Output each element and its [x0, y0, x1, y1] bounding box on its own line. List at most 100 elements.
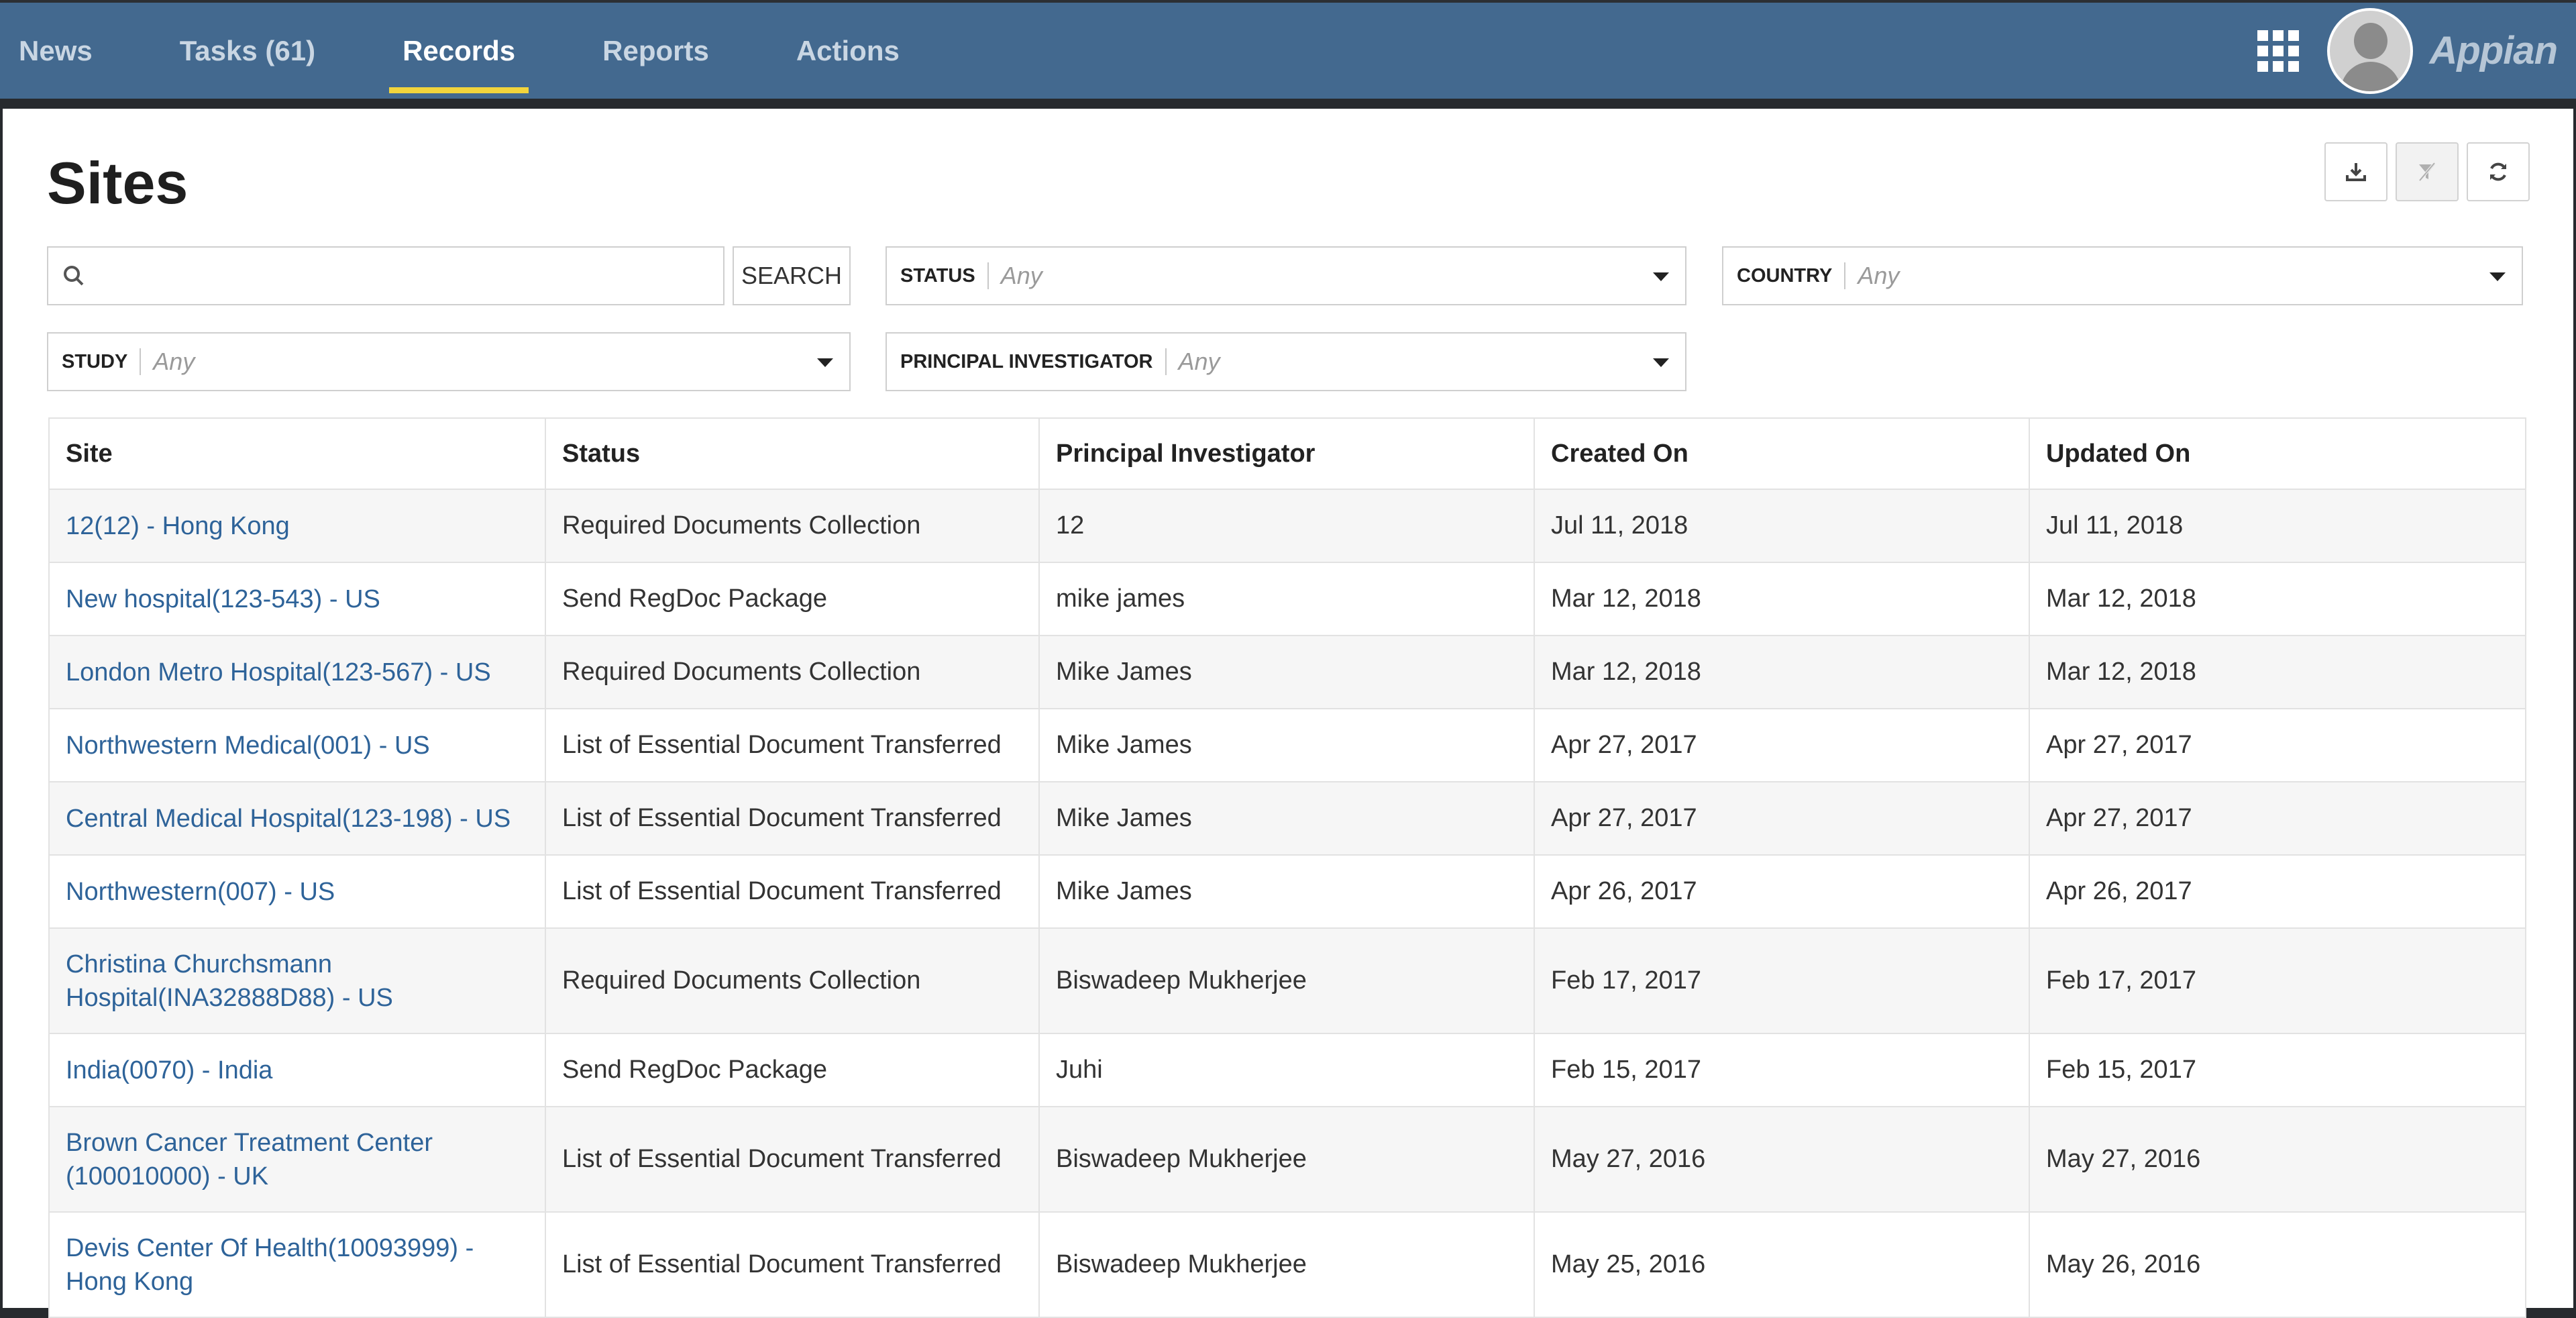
updated-on-cell: Feb 15, 2017 — [2029, 1033, 2526, 1107]
chevron-down-icon — [1653, 358, 1669, 367]
nav-tab-actions[interactable]: Actions — [783, 3, 913, 99]
table-row: 12(12) - Hong Kong Required Documents Co… — [48, 489, 2526, 563]
status-cell: List of Essential Document Transferred — [545, 708, 1040, 782]
pi-filter-label: PRINCIPAL INVESTIGATOR — [900, 348, 1167, 375]
table-row: Christina Churchsmann Hospital(INA32888D… — [48, 927, 2526, 1034]
status-cell: List of Essential Document Transferred — [545, 854, 1040, 929]
status-cell: Required Documents Collection — [545, 927, 1040, 1034]
created-on-cell: Apr 27, 2017 — [1534, 708, 2030, 782]
pi-cell: Juhi — [1038, 1033, 1535, 1107]
refresh-button[interactable] — [2467, 142, 2530, 201]
site-link[interactable]: New hospital(123-543) - US — [48, 562, 546, 636]
search-icon — [64, 266, 84, 286]
updated-on-cell: May 26, 2016 — [2029, 1211, 2526, 1318]
pi-cell: Mike James — [1038, 854, 1535, 929]
page-title: Sites — [47, 150, 189, 216]
column-header-updated-on[interactable]: Updated On — [2029, 417, 2526, 490]
download-icon — [2346, 163, 2366, 181]
study-filter-value: Any — [153, 348, 195, 375]
updated-on-cell: Apr 27, 2017 — [2029, 781, 2526, 856]
country-filter-dropdown[interactable]: COUNTRY Any — [1722, 246, 2523, 305]
updated-on-cell: May 27, 2016 — [2029, 1106, 2526, 1213]
column-header-site[interactable]: Site — [48, 417, 546, 490]
nav-tab-records[interactable]: Records — [389, 3, 529, 99]
created-on-cell: May 25, 2016 — [1534, 1211, 2030, 1318]
appian-logo: Appian — [2429, 29, 2558, 72]
table-row: Brown Cancer Treatment Center (100010000… — [48, 1106, 2526, 1213]
table-row: Central Medical Hospital(123-198) - US L… — [48, 781, 2526, 856]
site-link[interactable]: Northwestern(007) - US — [48, 854, 546, 929]
pi-cell: Mike James — [1038, 781, 1535, 856]
site-link[interactable]: London Metro Hospital(123-567) - US — [48, 635, 546, 709]
status-cell: Required Documents Collection — [545, 635, 1040, 709]
created-on-cell: Feb 15, 2017 — [1534, 1033, 2030, 1107]
updated-on-cell: Mar 12, 2018 — [2029, 635, 2526, 709]
column-header-created-on[interactable]: Created On — [1534, 417, 2030, 490]
table-row: London Metro Hospital(123-567) - US Requ… — [48, 635, 2526, 709]
pi-cell: Biswadeep Mukherjee — [1038, 1211, 1535, 1318]
status-cell: List of Essential Document Transferred — [545, 1211, 1040, 1318]
updated-on-cell: Feb 17, 2017 — [2029, 927, 2526, 1034]
pi-filter-value: Any — [1178, 348, 1220, 375]
updated-on-cell: Apr 27, 2017 — [2029, 708, 2526, 782]
created-on-cell: May 27, 2016 — [1534, 1106, 2030, 1213]
site-link[interactable]: Central Medical Hospital(123-198) - US — [48, 781, 546, 856]
study-filter-label: STUDY — [62, 348, 142, 375]
status-cell: Send RegDoc Package — [545, 1033, 1040, 1107]
app-launcher-icon[interactable] — [2257, 30, 2300, 72]
chevron-down-icon — [1653, 272, 1669, 281]
site-link[interactable]: Christina Churchsmann Hospital(INA32888D… — [48, 927, 546, 1034]
pi-cell: Biswadeep Mukherjee — [1038, 927, 1535, 1034]
created-on-cell: Feb 17, 2017 — [1534, 927, 2030, 1034]
chevron-down-icon — [2489, 272, 2506, 281]
chevron-down-icon — [817, 358, 833, 367]
updated-on-cell: Jul 11, 2018 — [2029, 489, 2526, 563]
status-filter-label: STATUS — [900, 262, 989, 289]
record-toolbar — [2316, 142, 2530, 201]
pi-cell: 12 — [1038, 489, 1535, 563]
updated-on-cell: Apr 26, 2017 — [2029, 854, 2526, 929]
table-row: Northwestern(007) - US List of Essential… — [48, 854, 2526, 929]
user-avatar[interactable] — [2327, 7, 2414, 94]
clear-filters-button[interactable] — [2396, 142, 2459, 201]
top-nav-bar: News Tasks (61) Records Reports Actions … — [0, 0, 2576, 99]
status-cell: List of Essential Document Transferred — [545, 781, 1040, 856]
sites-table: Site Status Principal Investigator Creat… — [48, 417, 2526, 1318]
study-filter-dropdown[interactable]: STUDY Any — [47, 332, 851, 391]
search-button[interactable]: SEARCH — [733, 246, 851, 305]
site-link[interactable]: 12(12) - Hong Kong — [48, 489, 546, 563]
site-link[interactable]: Brown Cancer Treatment Center (100010000… — [48, 1106, 546, 1213]
pi-cell: mike james — [1038, 562, 1535, 636]
pi-cell: Mike James — [1038, 708, 1535, 782]
nav-tab-tasks[interactable]: Tasks (61) — [166, 3, 329, 99]
site-link[interactable]: Northwestern Medical(001) - US — [48, 708, 546, 782]
pi-cell: Biswadeep Mukherjee — [1038, 1106, 1535, 1213]
nav-tab-reports[interactable]: Reports — [589, 3, 722, 99]
status-cell: List of Essential Document Transferred — [545, 1106, 1040, 1213]
site-link[interactable]: India(0070) - India — [48, 1033, 546, 1107]
country-filter-value: Any — [1858, 262, 1900, 289]
table-row: Northwestern Medical(001) - US List of E… — [48, 708, 2526, 782]
updated-on-cell: Mar 12, 2018 — [2029, 562, 2526, 636]
refresh-icon — [2490, 162, 2506, 181]
clear-filters-icon — [2418, 162, 2436, 182]
created-on-cell: Apr 26, 2017 — [1534, 854, 2030, 929]
nav-tab-news[interactable]: News — [19, 3, 106, 99]
status-cell: Send RegDoc Package — [545, 562, 1040, 636]
pi-filter-dropdown[interactable]: PRINCIPAL INVESTIGATOR Any — [885, 332, 1686, 391]
nav-right-group: Appian — [2257, 3, 2558, 99]
search-input[interactable] — [47, 246, 724, 305]
status-filter-value: Any — [1000, 262, 1042, 289]
table-row: New hospital(123-543) - US Send RegDoc P… — [48, 562, 2526, 636]
download-button[interactable] — [2324, 142, 2387, 201]
column-header-status[interactable]: Status — [545, 417, 1040, 490]
created-on-cell: Apr 27, 2017 — [1534, 781, 2030, 856]
site-link[interactable]: Devis Center Of Health(10093999) - Hong … — [48, 1211, 546, 1318]
records-page: Sites SEARCH STATUS Any COUNTRY Any STUD… — [3, 109, 2573, 1318]
column-header-principal-investigator[interactable]: Principal Investigator — [1038, 417, 1535, 490]
status-filter-dropdown[interactable]: STATUS Any — [885, 246, 1686, 305]
pi-cell: Mike James — [1038, 635, 1535, 709]
table-row: India(0070) - India Send RegDoc Package … — [48, 1033, 2526, 1107]
table-row: Devis Center Of Health(10093999) - Hong … — [48, 1211, 2526, 1318]
status-cell: Required Documents Collection — [545, 489, 1040, 563]
